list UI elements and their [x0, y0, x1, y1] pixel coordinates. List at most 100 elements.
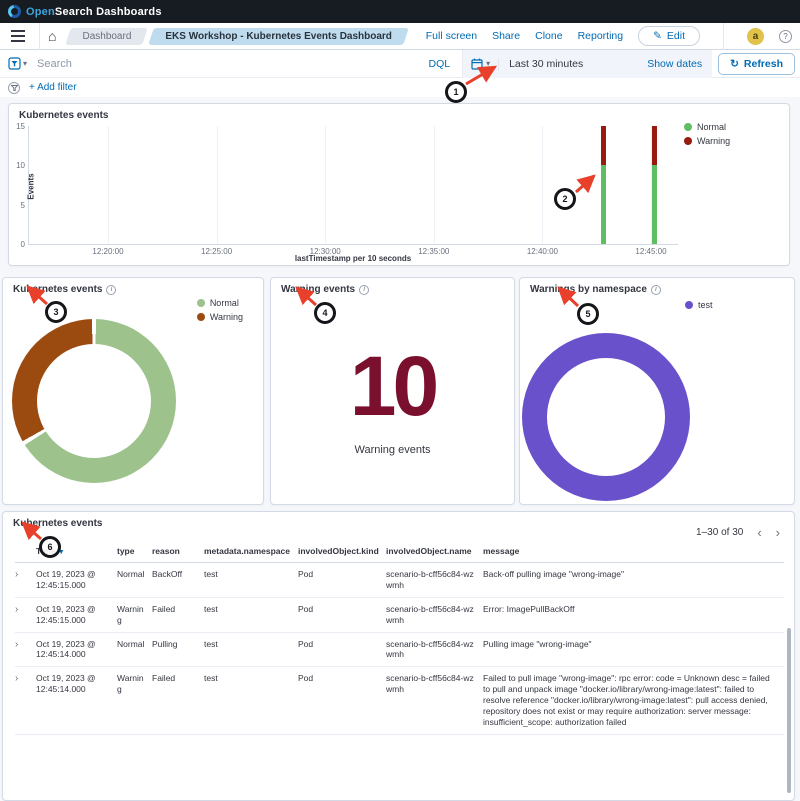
- filter-icon: [8, 57, 21, 70]
- quick-select-button[interactable]: ▾: [463, 58, 499, 70]
- avatar[interactable]: a: [747, 28, 764, 45]
- breadcrumb-dashboard[interactable]: Dashboard: [68, 28, 145, 45]
- legend-item-test[interactable]: test: [685, 300, 713, 310]
- cell-type: Warning: [117, 597, 152, 632]
- divider: [39, 23, 40, 50]
- info-icon[interactable]: i: [359, 285, 369, 295]
- legend-dot: [197, 313, 205, 321]
- table-row: ›Oct 19, 2023 @ 12:45:14.000WarningFaile…: [15, 667, 784, 734]
- time-range-value[interactable]: Last 30 minutes: [499, 58, 593, 70]
- column-kind[interactable]: involvedObject.kind: [298, 542, 386, 563]
- cell-message: Failed to pull image "wrong-image": rpc …: [483, 667, 784, 734]
- cell-time: Oct 19, 2023 @ 12:45:15.000: [36, 597, 117, 632]
- help-icon[interactable]: ?: [779, 30, 792, 43]
- expand-row-icon[interactable]: ›: [15, 673, 18, 684]
- column-name[interactable]: involvedObject.name: [386, 542, 483, 563]
- search-input[interactable]: [37, 58, 416, 70]
- legend-item-warning[interactable]: Warning: [684, 136, 730, 146]
- panel-kubernetes-events-histogram: Kubernetes events 12:20:0012:25:0012:30:…: [8, 103, 790, 266]
- panel-title: Kubernetes events: [13, 518, 102, 529]
- breadcrumb-current[interactable]: EKS Workshop - Kubernetes Events Dashboa…: [151, 28, 406, 45]
- info-icon[interactable]: i: [106, 285, 116, 295]
- expand-row-icon[interactable]: ›: [15, 639, 18, 650]
- y-axis-label: Events: [27, 167, 36, 207]
- chevron-down-icon: ▾: [486, 59, 490, 68]
- cell-reason: Failed: [152, 667, 204, 734]
- calendar-icon: [471, 58, 483, 70]
- bar-normal[interactable]: [601, 165, 606, 244]
- x-axis-label: lastTimestamp per 10 seconds: [28, 254, 678, 263]
- cell-name: scenario-b-cff56c84-wzwmh: [386, 597, 483, 632]
- query-language-button[interactable]: DQL: [428, 58, 450, 70]
- pencil-icon: ✎: [653, 30, 662, 42]
- events-table-body: › Oct 19, 2023 @ 12:45:15.000NormalBackOf…: [15, 563, 784, 735]
- dashboard-grid: Kubernetes events 12:20:0012:25:0012:30:…: [0, 97, 800, 695]
- cell-reason: Failed: [152, 597, 204, 632]
- share-link[interactable]: Share: [492, 30, 520, 42]
- cell-type: Warning: [117, 667, 152, 734]
- full-screen-link[interactable]: Full screen: [426, 30, 477, 42]
- cell-time: Oct 19, 2023 @ 12:45:14.000: [36, 667, 117, 734]
- column-message[interactable]: message: [483, 542, 784, 563]
- column-type[interactable]: type: [117, 542, 152, 563]
- gridline: [217, 126, 218, 244]
- expand-row-icon[interactable]: ›: [15, 604, 18, 615]
- next-page-icon[interactable]: ›: [776, 526, 780, 539]
- cell-type: Normal: [117, 563, 152, 598]
- filter-options-icon[interactable]: [8, 82, 20, 94]
- x-axis: [28, 244, 678, 245]
- cell-reason: BackOff: [152, 563, 204, 598]
- column-time[interactable]: Time▼: [36, 542, 117, 563]
- refresh-icon: ↻: [730, 58, 739, 70]
- cell-kind: Pod: [298, 667, 386, 734]
- expand-row-icon: ›: [15, 632, 36, 667]
- column-namespace[interactable]: metadata.namespace: [204, 542, 298, 563]
- add-filter-button[interactable]: + Add filter: [29, 82, 77, 93]
- events-donut-chart[interactable]: [12, 319, 176, 483]
- home-icon[interactable]: ⌂: [48, 29, 56, 43]
- chart-legend: Normal Warning: [197, 298, 243, 322]
- date-picker: ▾ Last 30 minutes Show dates: [462, 50, 712, 78]
- divider: [723, 23, 724, 50]
- clone-link[interactable]: Clone: [535, 30, 562, 42]
- panel-title: Warnings by namespacei: [530, 284, 661, 295]
- cell-message: Pulling image "wrong-image": [483, 632, 784, 667]
- reporting-link[interactable]: Reporting: [578, 30, 624, 42]
- events-histogram-plot: 12:20:0012:25:0012:30:0012:35:0012:40:00…: [9, 104, 789, 265]
- panel-title: Kubernetes eventsi: [13, 284, 116, 295]
- bar-warning[interactable]: [601, 126, 606, 165]
- vertical-scrollbar[interactable]: [787, 628, 791, 793]
- table-row: ›Oct 19, 2023 @ 12:45:14.000NormalPullin…: [15, 632, 784, 667]
- table-header-row: Time▼ type reason metadata.namespace inv…: [15, 542, 784, 563]
- bar-warning[interactable]: [652, 126, 657, 165]
- opensearch-logo-icon: [8, 5, 21, 18]
- nav-bar: ⌂ Dashboard EKS Workshop - Kubernetes Ev…: [0, 23, 800, 50]
- panel-warning-events-metric: Warning eventsi 10 Warning events: [270, 277, 515, 505]
- edit-button[interactable]: ✎Edit: [638, 26, 700, 46]
- saved-query-menu[interactable]: ▾: [8, 57, 27, 70]
- refresh-button[interactable]: ↻Refresh: [718, 53, 795, 75]
- legend-item-normal[interactable]: Normal: [197, 298, 243, 308]
- column-reason[interactable]: reason: [152, 542, 204, 563]
- cell-kind: Pod: [298, 563, 386, 598]
- sort-desc-icon: ▼: [58, 549, 65, 556]
- info-icon[interactable]: i: [651, 285, 661, 295]
- bar-normal[interactable]: [652, 165, 657, 244]
- legend-item-warning[interactable]: Warning: [197, 312, 243, 322]
- namespace-donut-chart[interactable]: [522, 333, 690, 501]
- events-table: Time▼ type reason metadata.namespace inv…: [15, 542, 784, 735]
- expand-row-icon[interactable]: ›: [15, 569, 18, 580]
- cell-kind: Pod: [298, 632, 386, 667]
- menu-icon[interactable]: [11, 35, 25, 37]
- show-dates-button[interactable]: Show dates: [647, 58, 712, 70]
- cell-namespace: test: [204, 667, 298, 734]
- cell-name: scenario-b-cff56c84-wzwmh: [386, 632, 483, 667]
- legend-item-normal[interactable]: Normal: [684, 122, 730, 132]
- previous-page-icon[interactable]: ‹: [757, 526, 761, 539]
- legend-dot: [197, 299, 205, 307]
- cell-time: Oct 19, 2023 @ 12:45:14.000: [36, 632, 117, 667]
- cell-name: scenario-b-cff56c84-wzwmh: [386, 563, 483, 598]
- table-row: ›Oct 19, 2023 @ 12:45:15.000NormalBackOf…: [15, 563, 784, 598]
- app-title: OpenSearch Dashboards: [26, 6, 162, 18]
- pagination: 1–30 of 30 ‹ ›: [696, 526, 780, 539]
